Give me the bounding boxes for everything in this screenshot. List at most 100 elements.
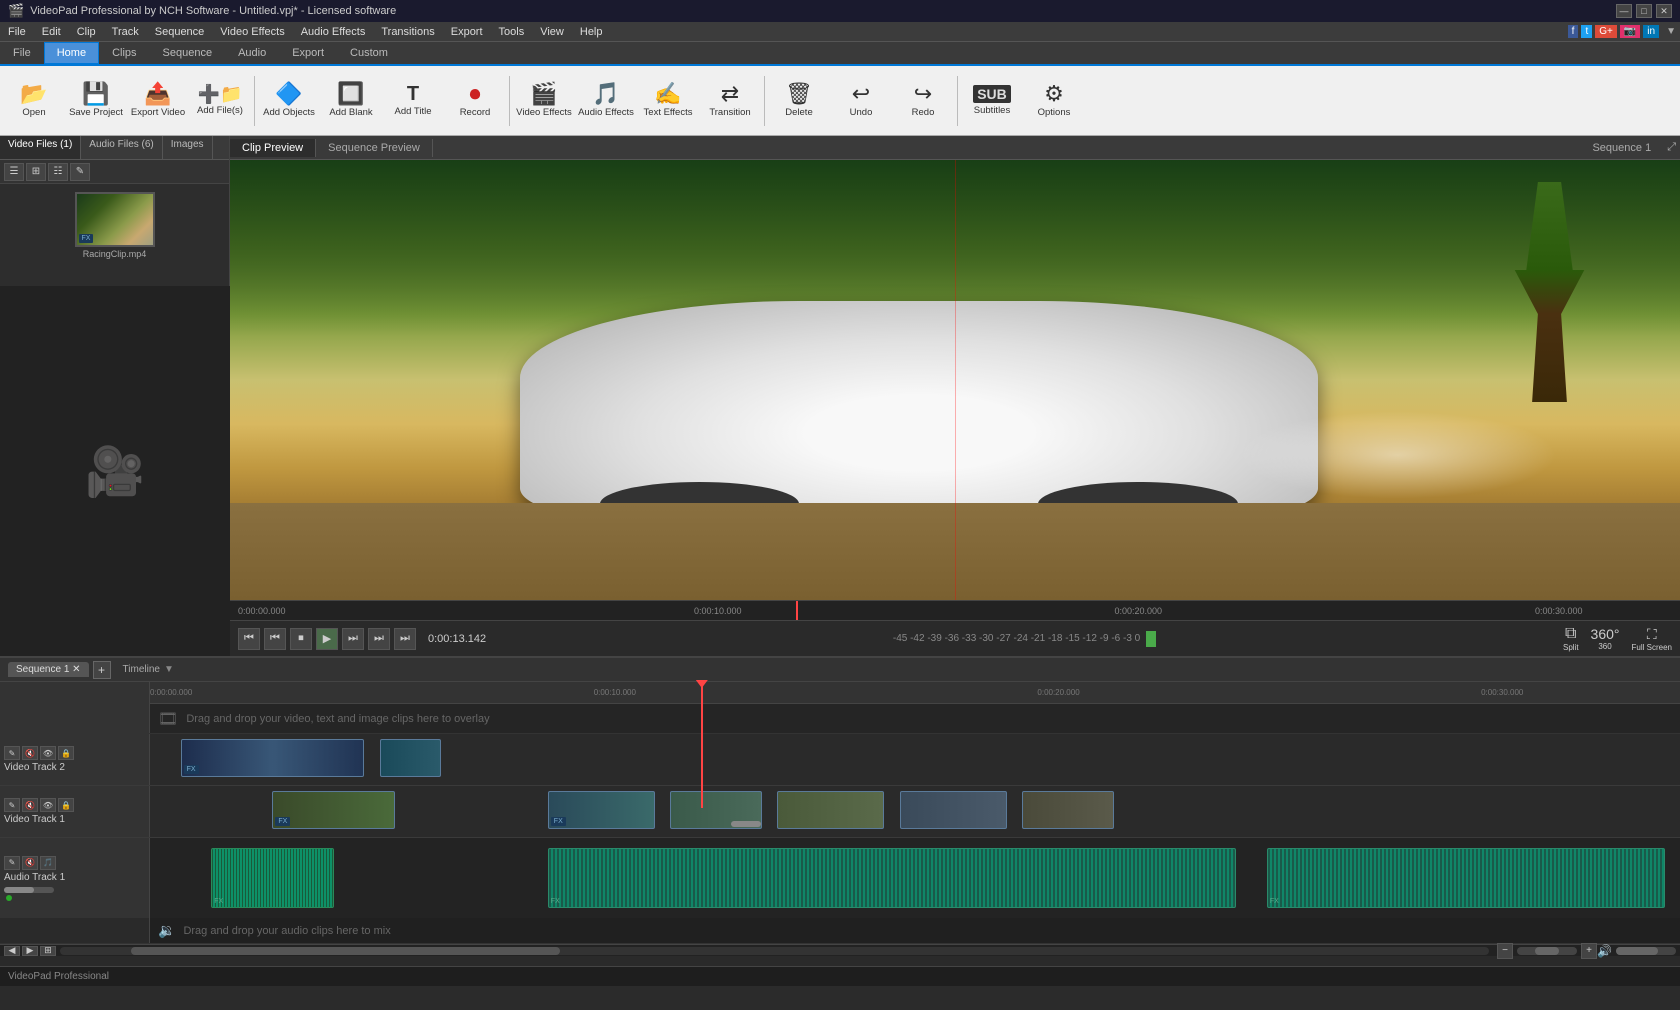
open-button[interactable]: 📂 Open [4,70,64,132]
text-effects-button[interactable]: ✍ Text Effects [638,70,698,132]
audio-effects-button[interactable]: 🎵 Audio Effects [576,70,636,132]
track1-btn4[interactable]: 🔒 [58,798,74,812]
tab-file[interactable]: File [0,42,44,64]
video-track-1-content[interactable]: FX FX [150,786,1680,837]
tab-clip-preview[interactable]: Clip Preview [230,139,316,157]
trim-handle[interactable] [731,821,761,827]
zoom-in-button[interactable]: + [1581,943,1597,959]
video-track1-clip5[interactable] [900,791,1007,829]
audio-btn2[interactable]: 🔇 [22,856,38,870]
menu-edit[interactable]: Edit [34,24,69,40]
menu-export[interactable]: Export [443,24,491,40]
video-track1-clip1[interactable]: FX [272,791,394,829]
export-video-button[interactable]: 📤 Export Video [128,70,188,132]
menu-audio-effects[interactable]: Audio Effects [293,24,374,40]
view-360-button[interactable]: 360° 360 [1591,626,1620,651]
subtitles-button[interactable]: SUB Subtitles [962,70,1022,132]
tab-clips[interactable]: Clips [99,42,149,64]
social-more[interactable]: ▼ [1666,26,1676,37]
audio-volume-slider[interactable] [4,887,54,893]
audio-btn1[interactable]: ✎ [4,856,20,870]
scroll-left-button[interactable]: ◀ [4,946,20,956]
options-button[interactable]: ⚙ Options [1024,70,1084,132]
audio-track-1-content[interactable]: FX FX FX [150,838,1680,918]
menu-video-effects[interactable]: Video Effects [212,24,292,40]
tab-sequence[interactable]: Sequence [150,42,226,64]
prev-frame-button[interactable]: ⏮ [264,628,286,650]
tab-export[interactable]: Export [279,42,337,64]
next-frame-button[interactable]: ⏭ [342,628,364,650]
social-google[interactable]: G+ [1595,25,1617,38]
tab-home[interactable]: Home [44,42,99,64]
audio-clip3[interactable]: FX [1267,848,1665,908]
transition-button[interactable]: ⇄ Transition [700,70,760,132]
add-blank-button[interactable]: 🔲 Add Blank [321,70,381,132]
timeline-scrolltrack[interactable] [60,947,1489,955]
tab-sequence-preview[interactable]: Sequence Preview [316,139,433,157]
play-button[interactable]: ▶ [316,628,338,650]
track2-btn3[interactable]: 👁 [40,746,56,760]
goto-start-button[interactable]: ⏮ [238,628,260,650]
sequence-tab[interactable]: Sequence 1 ✕ [8,662,89,677]
next-button[interactable]: ⏭ [368,628,390,650]
menu-help[interactable]: Help [572,24,611,40]
media-toolbar-btn3[interactable]: ☷ [48,163,68,181]
track2-btn4[interactable]: 🔒 [58,746,74,760]
audio-clip1[interactable]: FX [211,848,333,908]
media-toolbar-btn4[interactable]: ✎ [70,163,90,181]
media-tab-images[interactable]: Images [163,136,213,159]
clip-item[interactable]: FX RacingClip.mp4 [8,192,221,259]
zoom-out-button[interactable]: − [1497,943,1513,959]
track1-btn2[interactable]: 🔇 [22,798,38,812]
video-track2-clip2[interactable] [380,739,441,777]
media-toolbar-btn2[interactable]: ⊞ [26,163,46,181]
tab-custom[interactable]: Custom [337,42,401,64]
undo-button[interactable]: ↩ Undo [831,70,891,132]
add-sequence-button[interactable]: + [93,661,111,679]
tab-audio[interactable]: Audio [225,42,279,64]
social-linkedin[interactable]: in [1643,25,1659,38]
master-volume-slider[interactable] [1616,947,1676,955]
delete-button[interactable]: 🗑 Delete [769,70,829,132]
add-objects-button[interactable]: 🔷 Add Objects [259,70,319,132]
menu-track[interactable]: Track [104,24,147,40]
stop-button[interactable]: ⏹ [290,628,312,650]
add-title-button[interactable]: T Add Title [383,70,443,132]
menu-tools[interactable]: Tools [491,24,533,40]
menu-view[interactable]: View [532,24,572,40]
record-button[interactable]: ⏺ Record [445,70,505,132]
video-effects-button[interactable]: 🎬 Video Effects [514,70,574,132]
video-track1-clip2[interactable]: FX [548,791,655,829]
audio-clip2[interactable]: FX [548,848,1237,908]
menu-sequence[interactable]: Sequence [147,24,213,40]
social-instagram[interactable]: 📷 [1620,25,1640,38]
menu-clip[interactable]: Clip [69,24,104,40]
scroll-right-button[interactable]: ▶ [22,946,38,956]
video-track2-clip1[interactable]: FX [181,739,365,777]
menu-transitions[interactable]: Transitions [373,24,442,40]
video-track-2-content[interactable]: FX [150,734,1680,785]
media-tab-video[interactable]: Video Files (1) [0,136,81,159]
timeline-scrollthumb[interactable] [131,947,560,955]
media-toolbar-btn1[interactable]: ☰ [4,163,24,181]
video-track1-clip6[interactable] [1022,791,1114,829]
track2-btn2[interactable]: 🔇 [22,746,38,760]
fullscreen-button[interactable]: ⛶ Full Screen [1632,626,1672,652]
zoom-slider-track[interactable] [1517,947,1577,955]
timeline-dropdown[interactable]: ▼ [164,664,174,675]
maximize-button[interactable]: □ [1636,4,1652,18]
audio-btn3[interactable]: 🎵 [40,856,56,870]
expand-preview-button[interactable]: ⤢ [1667,141,1676,154]
save-project-button[interactable]: 💾 Save Project [66,70,126,132]
track1-btn3[interactable]: 👁 [40,798,56,812]
media-tab-audio[interactable]: Audio Files (6) [81,136,162,159]
close-button[interactable]: ✕ [1656,4,1672,18]
video-track1-clip4[interactable] [777,791,884,829]
redo-button[interactable]: ↪ Redo [893,70,953,132]
track1-btn1[interactable]: ✎ [4,798,20,812]
track2-btn1[interactable]: ✎ [4,746,20,760]
split-view-button[interactable]: ⧉ Split [1563,625,1579,652]
fit-timeline-button[interactable]: ⊞ [40,946,56,956]
add-files-button[interactable]: ➕📁 Add File(s) [190,70,250,132]
menu-file[interactable]: File [0,24,34,40]
